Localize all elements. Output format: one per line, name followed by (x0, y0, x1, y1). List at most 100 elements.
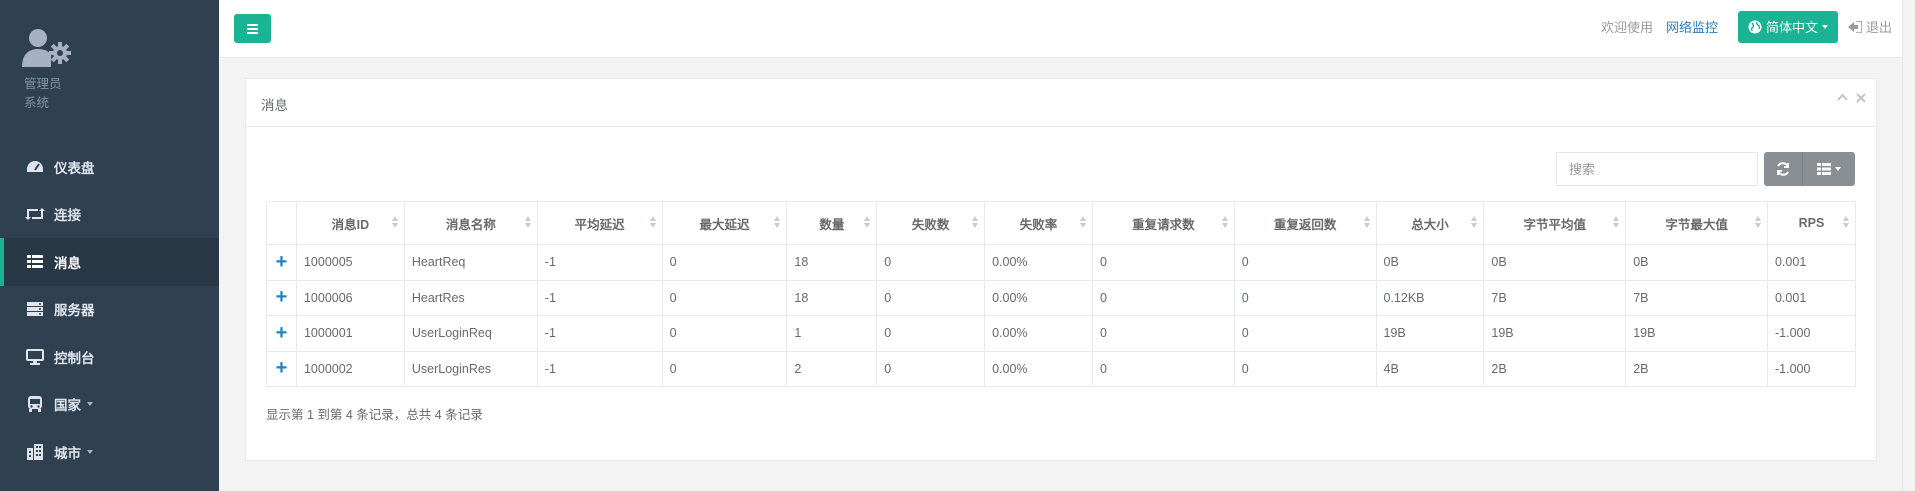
table-cell: -1 (536, 279, 663, 316)
profile-name: 管理员 系统 (24, 75, 62, 113)
column-header[interactable]: 字节平均值 (1483, 201, 1627, 245)
page-scrollbar[interactable] (1902, 0, 1915, 491)
table-cell: 0.001 (1766, 279, 1857, 316)
desktop-icon (24, 348, 46, 366)
sidebar-item-dashboard[interactable]: 仪表盘 (0, 143, 219, 191)
table-body: +1000005 HeartReq -1 0 18 0 0.00% 0 0 0B 0B 0B 0.001… (266, 244, 1857, 387)
table-cell: 0 (1233, 244, 1377, 281)
column-header-label: 消息ID (331, 217, 370, 232)
table-cell: -1.000 (1766, 315, 1857, 352)
column-header-label: 字节最大值 (1665, 217, 1728, 232)
close-icon[interactable] (1856, 93, 1866, 103)
dashboard-icon (24, 158, 46, 176)
welcome-text: 欢迎使用 (1600, 20, 1653, 35)
column-header[interactable]: 消息名称 (403, 201, 538, 245)
table-cell: 0.00% (984, 279, 1093, 316)
network-monitor-link[interactable]: 网络监控 (1666, 17, 1718, 36)
table-icon (24, 253, 46, 271)
sign-out-icon (1847, 20, 1862, 33)
table-cell: 0 (876, 315, 986, 352)
column-header[interactable]: 重复返回数 (1233, 201, 1377, 245)
table-cell: 19B (1483, 315, 1627, 352)
sidebar-item-label: 仪表盘 (54, 160, 95, 176)
column-header[interactable]: 失败率 (984, 201, 1093, 245)
column-header-label: 总大小 (1411, 217, 1449, 232)
table-cell: 1000006 (295, 279, 405, 316)
expand-row-icon[interactable]: + (266, 350, 297, 387)
table-cell: -1 (536, 244, 663, 281)
sidebar-item-city[interactable]: 城市 (0, 428, 219, 476)
expand-row-icon[interactable]: + (266, 279, 297, 316)
user-name: 管理员 (24, 77, 62, 91)
sidebar-item-connection[interactable]: 连接 (0, 191, 219, 239)
hamburger-icon (247, 23, 258, 26)
server-icon (24, 300, 46, 318)
table-cell: 19B (1375, 315, 1485, 352)
column-header[interactable]: 失败数 (876, 201, 986, 245)
collapse-chevron-up-icon[interactable] (1837, 93, 1848, 103)
table-cell: 0 (1091, 315, 1235, 352)
table-cell: 0 (661, 244, 788, 281)
expand-row-icon[interactable]: + (266, 244, 297, 281)
sidebar-item-messages[interactable]: 消息 (0, 238, 219, 286)
sort-icon (649, 216, 656, 228)
refresh-button[interactable] (1764, 152, 1802, 186)
logout-button[interactable]: 退出 (1847, 17, 1892, 36)
sidebar: 管理员 系统 仪表盘 连接 消息 服务器 控制台 国家 城市 (0, 0, 219, 491)
table-row: +1000005 HeartReq -1 0 18 0 0.00% 0 0 0B 0B 0B 0.001 (266, 244, 1857, 281)
panel-tools (1837, 93, 1866, 103)
sidebar-item-label: 控制台 (54, 350, 95, 366)
expand-column-header (266, 201, 297, 245)
language-dropdown-button[interactable]: 简体中文 (1737, 10, 1838, 43)
table-cell: UserLoginReq (403, 315, 538, 352)
columns-toggle-button[interactable] (1802, 152, 1855, 186)
menu-toggle-button[interactable] (234, 14, 271, 43)
column-header-label: 字节平均值 (1523, 217, 1587, 232)
sort-icon (1221, 216, 1228, 228)
column-header[interactable]: 字节最大值 (1625, 201, 1768, 245)
building-icon (24, 443, 46, 461)
user-cog-icon[interactable] (22, 27, 74, 69)
column-header-label: 重复返回数 (1273, 217, 1337, 232)
globe-icon (1748, 20, 1762, 33)
table-cell: 0.00% (984, 315, 1093, 352)
sidebar-item-label: 连接 (54, 208, 81, 224)
sort-icon (774, 216, 781, 228)
column-header[interactable]: 最大延迟 (661, 201, 788, 245)
column-header[interactable]: RPS (1766, 201, 1857, 245)
sidebar-item-country[interactable]: 国家 (0, 381, 219, 429)
column-header[interactable]: 重复请求数 (1091, 201, 1235, 245)
table-cell: 4B (1375, 350, 1485, 387)
table-cell: 2B (1483, 350, 1627, 387)
column-header[interactable]: 消息ID (295, 201, 405, 245)
table-cell: -1 (536, 350, 663, 387)
sidebar-item-console[interactable]: 控制台 (0, 333, 219, 381)
sidebar-item-server[interactable]: 服务器 (0, 286, 219, 334)
column-header-label: 失败率 (1019, 217, 1058, 232)
column-header[interactable]: 总大小 (1375, 201, 1485, 245)
expand-row-icon[interactable]: + (266, 315, 297, 352)
table-row: +1000002 UserLoginRes -1 0 2 0 0.00% 0 0 4B 2B 2B -1… (266, 350, 1857, 387)
table-toolbar (1556, 152, 1855, 186)
table-cell: 2B (1625, 350, 1768, 387)
table-cell: 0 (1233, 315, 1377, 352)
sort-icon (391, 216, 398, 228)
table-cell: 0.00% (984, 244, 1093, 281)
retweet-icon (24, 205, 46, 223)
search-input[interactable] (1556, 152, 1758, 186)
column-header[interactable]: 平均延迟 (536, 201, 663, 245)
table-cell: 0B (1483, 244, 1627, 281)
logout-label: 退出 (1865, 20, 1892, 35)
profile: 管理员 系统 (0, 0, 219, 128)
column-header[interactable]: 数量 (786, 201, 878, 245)
refresh-icon (1777, 162, 1789, 176)
table-cell: 7B (1625, 279, 1768, 316)
table-cell: 0.12KB (1375, 279, 1485, 316)
table-cell: -1.000 (1766, 350, 1857, 387)
column-header-label: 最大延迟 (699, 217, 750, 232)
th-list-icon (1817, 163, 1831, 175)
sort-icon (864, 216, 871, 228)
sort-icon (972, 216, 979, 228)
sidebar-nav: 仪表盘 连接 消息 服务器 控制台 国家 城市 (0, 143, 219, 476)
table-cell: 18 (786, 279, 878, 316)
